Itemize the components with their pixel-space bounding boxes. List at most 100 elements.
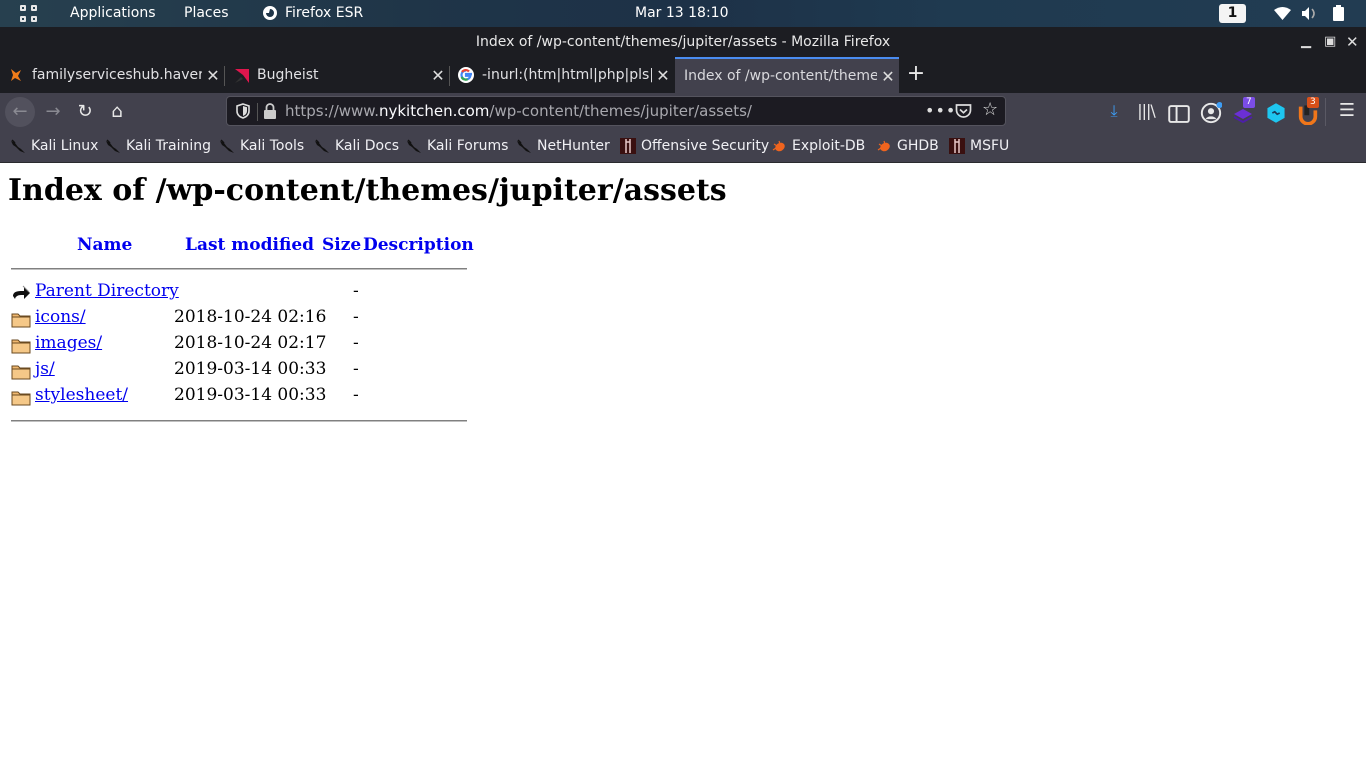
- entry-last-modified: 2019-03-14 00:33: [174, 385, 327, 405]
- table-row: images/2018-10-24 02:17 -: [11, 333, 467, 357]
- table-row: js/2019-03-14 00:33 -: [11, 359, 467, 383]
- close-tab-icon[interactable]: ✕: [652, 66, 674, 85]
- tab-google-search[interactable]: -inurl:(htm|html|php|pls| ✕: [450, 57, 674, 93]
- bookmarks-toolbar: Kali Linux Kali Training Kali Tools Kali Do…: [0, 130, 1366, 163]
- sort-by-last-modified-link[interactable]: Last modified: [185, 235, 314, 255]
- folder-icon: [11, 310, 31, 328]
- google-icon: [458, 67, 474, 83]
- extension-cube-icon[interactable]: [1265, 102, 1287, 124]
- exploitdb-bug-icon: [876, 138, 892, 154]
- bookmark-star-icon[interactable]: ☆: [982, 99, 998, 120]
- header-divider: [11, 268, 467, 270]
- toolbar-separator: [1325, 98, 1326, 126]
- sort-by-size-link[interactable]: Size: [322, 235, 361, 255]
- kali-dragon-icon: [516, 138, 532, 154]
- new-tab-button[interactable]: +: [904, 57, 928, 93]
- bookmark-kali-docs[interactable]: Kali Docs: [314, 138, 399, 154]
- bookmark-offensive-security[interactable]: Offensive Security: [620, 138, 769, 154]
- bookmark-label: GHDB: [897, 138, 939, 154]
- close-window-button[interactable]: ✕: [1346, 27, 1359, 57]
- bookmark-msfu[interactable]: MSFU: [949, 138, 1009, 154]
- library-icon[interactable]: |||\: [1135, 100, 1157, 122]
- bugheist-icon: [235, 69, 249, 83]
- footer-divider: [11, 420, 467, 422]
- tab-familyserviceshub[interactable]: familyserviceshub.havering ✕: [0, 57, 224, 93]
- table-row: Parent Directory -: [11, 281, 467, 305]
- tracking-protection-shield-icon[interactable]: [235, 103, 251, 119]
- url-separator: [257, 103, 258, 121]
- workspace-indicator[interactable]: 1: [1219, 4, 1246, 23]
- window-title: Index of /wp-content/themes/jupiter/asse…: [475, 34, 891, 50]
- kali-dragon-icon: [406, 138, 422, 154]
- lock-icon[interactable]: [263, 103, 277, 119]
- kali-dragon-icon: [10, 138, 26, 154]
- bookmark-label: Kali Training: [126, 138, 211, 154]
- bookmark-label: Exploit-DB: [792, 138, 866, 154]
- battery-icon[interactable]: [1333, 5, 1344, 21]
- entry-link[interactable]: icons/: [35, 307, 86, 327]
- entry-link[interactable]: js/: [35, 359, 55, 379]
- entry-link[interactable]: stylesheet/: [35, 385, 128, 405]
- page-actions-icon[interactable]: •••: [925, 101, 956, 120]
- kali-dragon-orange-icon: [11, 69, 21, 81]
- entry-link[interactable]: Parent Directory: [35, 281, 179, 301]
- close-tab-icon[interactable]: ✕: [877, 67, 899, 86]
- tab-strip: familyserviceshub.havering ✕ Bugheist ✕ …: [0, 57, 1366, 93]
- clock[interactable]: Mar 13 18:10: [635, 5, 728, 21]
- places-menu[interactable]: Places: [184, 5, 229, 21]
- entry-size: -: [353, 359, 359, 379]
- reload-button[interactable]: ↻: [70, 97, 100, 127]
- close-tab-icon[interactable]: ✕: [427, 66, 449, 85]
- entry-link[interactable]: images/: [35, 333, 102, 353]
- exploitdb-bug-icon: [771, 138, 787, 154]
- entry-last-modified: 2018-10-24 02:16: [174, 307, 327, 327]
- wifi-icon[interactable]: [1274, 7, 1291, 20]
- bookmark-label: Offensive Security: [641, 138, 770, 154]
- tab-index-of-assets[interactable]: Index of /wp-content/themes ✕: [675, 57, 899, 93]
- bookmark-kali-tools[interactable]: Kali Tools: [219, 138, 304, 154]
- close-tab-icon[interactable]: ✕: [202, 66, 224, 85]
- bookmark-exploit-db[interactable]: Exploit-DB: [771, 138, 865, 154]
- minimize-button[interactable]: ▁: [1301, 27, 1311, 57]
- bookmark-kali-training[interactable]: Kali Training: [105, 138, 211, 154]
- window-titlebar: Index of /wp-content/themes/jupiter/asse…: [0, 27, 1366, 57]
- downloads-icon[interactable]: ⤓: [1103, 100, 1125, 122]
- bookmark-label: NetHunter: [537, 138, 610, 154]
- entry-size: -: [353, 385, 359, 405]
- bookmark-kali-forums[interactable]: Kali Forums: [406, 138, 508, 154]
- tab-bugheist[interactable]: Bugheist ✕: [225, 57, 449, 93]
- app-grid-icon[interactable]: [20, 5, 38, 23]
- sort-by-description-link[interactable]: Description: [363, 235, 474, 255]
- home-button[interactable]: ⌂: [102, 97, 132, 127]
- forward-button[interactable]: →: [38, 97, 68, 127]
- volume-icon[interactable]: [1302, 6, 1318, 21]
- account-icon[interactable]: [1200, 102, 1222, 124]
- sidebar-icon[interactable]: [1168, 103, 1190, 125]
- active-app-label: Firefox ESR: [285, 5, 364, 21]
- bookmark-label: Kali Docs: [335, 138, 400, 154]
- entry-size: -: [353, 333, 359, 353]
- pocket-icon[interactable]: [955, 103, 972, 119]
- offsec-icon: [620, 138, 636, 154]
- bookmark-label: MSFU: [970, 138, 1010, 154]
- maximize-button[interactable]: ▣: [1324, 27, 1336, 57]
- url-text[interactable]: https://www.nykitchen.com/wp-content/the…: [285, 102, 752, 120]
- entry-last-modified: 2018-10-24 02:17: [174, 333, 327, 353]
- back-button[interactable]: ←: [5, 97, 35, 127]
- back-icon: [11, 284, 31, 302]
- offsec-icon: [949, 138, 965, 154]
- folder-icon: [11, 362, 31, 380]
- bookmark-label: Kali Tools: [240, 138, 305, 154]
- bookmark-ghdb[interactable]: GHDB: [876, 138, 939, 154]
- system-top-panel: Applications Places Firefox ESR Mar 13 1…: [0, 0, 1366, 27]
- applications-menu[interactable]: Applications: [70, 5, 156, 21]
- bookmark-nethunter[interactable]: NetHunter: [516, 138, 610, 154]
- bookmark-kali-linux[interactable]: Kali Linux: [10, 138, 98, 154]
- sort-by-name-link[interactable]: Name: [77, 235, 132, 255]
- page-title: Index of /wp-content/themes/jupiter/asse…: [8, 173, 727, 208]
- hamburger-menu-icon[interactable]: ☰: [1336, 100, 1358, 122]
- address-bar[interactable]: https://www.nykitchen.com/wp-content/the…: [226, 96, 1006, 126]
- active-app-menu[interactable]: Firefox ESR: [262, 5, 363, 21]
- kali-dragon-icon: [314, 138, 330, 154]
- entry-size: -: [353, 307, 359, 327]
